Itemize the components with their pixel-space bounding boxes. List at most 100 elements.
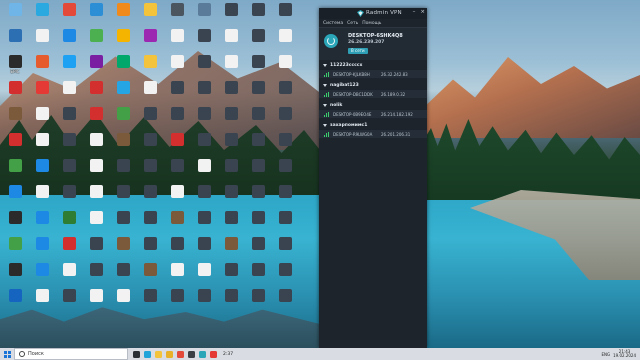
desktop-icon[interactable] [164, 132, 190, 158]
desktop-icon[interactable] [29, 184, 55, 210]
desktop-icon[interactable] [245, 132, 271, 158]
menu-help[interactable]: Помощь [362, 21, 381, 26]
desktop-icon[interactable] [137, 54, 163, 80]
desktop-icon[interactable] [2, 132, 28, 158]
clock[interactable]: 21:43 19.02.2024 [613, 349, 636, 359]
taskbar-app[interactable] [197, 348, 208, 360]
desktop-icon[interactable] [191, 158, 217, 184]
desktop-icon[interactable] [164, 262, 190, 288]
desktop-icon[interactable] [2, 288, 28, 314]
desktop-icon[interactable] [83, 54, 109, 80]
desktop-icon[interactable] [2, 236, 28, 262]
desktop-icon[interactable] [83, 132, 109, 158]
desktop-icon[interactable] [137, 106, 163, 132]
desktop-icon[interactable] [164, 28, 190, 54]
desktop-icon[interactable] [83, 80, 109, 106]
desktop-icon[interactable] [164, 54, 190, 80]
desktop-icon[interactable] [56, 28, 82, 54]
desktop-icon[interactable] [191, 210, 217, 236]
taskbar-app[interactable] [208, 348, 219, 360]
desktop-icon[interactable] [218, 288, 244, 314]
menu-system[interactable]: Система [323, 21, 343, 26]
desktop-icon[interactable] [137, 80, 163, 106]
desktop-icon[interactable] [56, 158, 82, 184]
desktop-icon[interactable] [110, 288, 136, 314]
desktop-icon[interactable] [56, 210, 82, 236]
desktop-icon[interactable] [29, 54, 55, 80]
taskbar-app[interactable] [131, 348, 142, 360]
desktop-icon[interactable] [272, 132, 298, 158]
desktop-icon[interactable] [56, 2, 82, 28]
desktop-icon[interactable] [218, 236, 244, 262]
desktop-icon[interactable] [2, 2, 28, 28]
desktop-icon[interactable] [2, 210, 28, 236]
desktop-icon[interactable] [164, 288, 190, 314]
desktop-icon[interactable] [218, 28, 244, 54]
desktop-icon[interactable] [218, 158, 244, 184]
desktop-icon[interactable] [272, 262, 298, 288]
desktop-icon[interactable] [272, 236, 298, 262]
desktop-icon[interactable] [29, 132, 55, 158]
desktop-icon[interactable] [137, 210, 163, 236]
minimize-button[interactable]: – [413, 9, 416, 15]
desktop-icon[interactable] [56, 54, 82, 80]
desktop-icon[interactable] [218, 80, 244, 106]
peer-row[interactable]: DESKTOP-0B9EO4E 26.214.182.192 [319, 109, 427, 118]
desktop-icon[interactable] [56, 132, 82, 158]
desktop-icon[interactable] [245, 106, 271, 132]
taskbar-app[interactable] [164, 348, 175, 360]
desktop-icon[interactable] [110, 80, 136, 106]
desktop-icon[interactable] [164, 106, 190, 132]
desktop-icon[interactable] [245, 2, 271, 28]
desktop-icon[interactable] [110, 236, 136, 262]
desktop-icon[interactable] [245, 54, 271, 80]
desktop-icon[interactable] [83, 2, 109, 28]
desktop-icon[interactable] [164, 2, 190, 28]
taskbar-app[interactable] [186, 348, 197, 360]
desktop-icon[interactable] [272, 2, 298, 28]
desktop-icon[interactable] [56, 236, 82, 262]
peer-row[interactable]: DESKTOP-DBC1DDK 26.189.0.32 [319, 89, 427, 98]
desktop-icon[interactable] [164, 158, 190, 184]
desktop-icon[interactable] [83, 28, 109, 54]
language-indicator[interactable]: ENG [601, 352, 610, 357]
desktop-icon[interactable] [29, 288, 55, 314]
desktop-icon[interactable] [164, 236, 190, 262]
desktop-icon[interactable] [272, 80, 298, 106]
desktop-icon[interactable] [29, 2, 55, 28]
desktop-icon[interactable] [2, 106, 28, 132]
desktop-icon[interactable] [272, 158, 298, 184]
desktop-icon[interactable] [245, 184, 271, 210]
desktop-icon[interactable] [218, 132, 244, 158]
desktop-icon[interactable] [272, 106, 298, 132]
desktop-icon[interactable] [137, 28, 163, 54]
desktop-icon[interactable] [245, 210, 271, 236]
desktop-icon[interactable] [191, 106, 217, 132]
desktop-icon[interactable] [83, 106, 109, 132]
vpn-titlebar[interactable]: Radmin VPN – × [319, 8, 427, 19]
desktop-icon[interactable] [272, 54, 298, 80]
desktop-icon[interactable] [56, 184, 82, 210]
network-header[interactable]: nolik [319, 101, 427, 109]
desktop-icon[interactable] [191, 28, 217, 54]
desktop-icon[interactable] [29, 236, 55, 262]
desktop-icon[interactable] [164, 210, 190, 236]
desktop-icon[interactable] [110, 2, 136, 28]
desktop-icon[interactable] [191, 184, 217, 210]
desktop-icon[interactable] [272, 288, 298, 314]
desktop-icon[interactable] [83, 184, 109, 210]
desktop-icon[interactable] [137, 2, 163, 28]
network-header[interactable]: захарпомимс1 [319, 121, 427, 129]
desktop-icon[interactable] [272, 210, 298, 236]
menu-network[interactable]: Сеть [347, 21, 358, 26]
desktop-icon[interactable] [83, 262, 109, 288]
desktop-icon[interactable] [2, 262, 28, 288]
peer-row[interactable]: DESKTOP-KJLKB8H 26.32.242.83 [319, 69, 427, 78]
desktop-icon[interactable] [245, 80, 271, 106]
desktop-icon[interactable] [29, 80, 55, 106]
desktop-icon[interactable] [191, 80, 217, 106]
desktop-icon[interactable] [137, 184, 163, 210]
desktop-icon[interactable] [83, 210, 109, 236]
desktop-icon[interactable] [164, 184, 190, 210]
desktop-icon[interactable] [29, 210, 55, 236]
